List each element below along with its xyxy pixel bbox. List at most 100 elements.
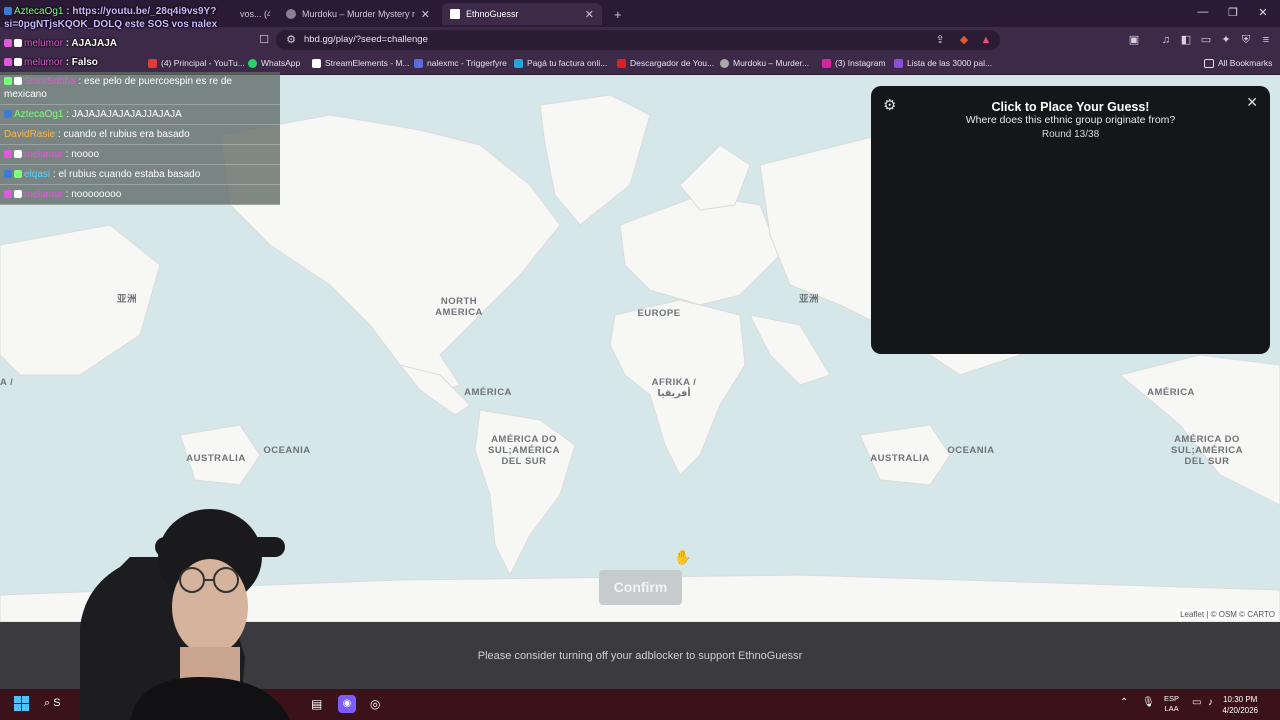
tab-search-icon[interactable]: ▣	[1128, 34, 1140, 46]
bookmark-triggerfyre[interactable]: nalexmc - Triggerfyre	[414, 58, 507, 68]
instagram-icon	[822, 58, 831, 68]
chat-username: AztecaOg1	[14, 6, 64, 17]
chat-text: : cuando el rubius era basado	[57, 129, 190, 140]
close-tab-icon[interactable]: ✕	[585, 8, 594, 21]
vpn-icon[interactable]: ⛨	[1240, 34, 1252, 46]
tab-ethnoguessr[interactable]: EthnoGuessr ✕	[442, 3, 602, 25]
chat-badge-icon	[4, 58, 12, 67]
confirm-button[interactable]: Confirm	[599, 570, 682, 605]
all-bookmarks-label: All Bookmarks	[1218, 58, 1273, 68]
bookmark-streamelements[interactable]: StreamElements - M...	[312, 58, 410, 68]
taskbar-search[interactable]: ⌕ S	[44, 697, 61, 710]
close-tab-icon[interactable]: ✕	[421, 8, 430, 21]
grab-cursor-icon: ✋	[674, 549, 692, 565]
label-america-right: AMÉRICA	[1147, 387, 1195, 398]
chat-message: DavidRasie : cuando el rubius era basado	[0, 125, 280, 145]
tab-favicon-icon	[286, 9, 296, 19]
chat-message: elqasi : el rubius cuando estaba basado	[0, 165, 280, 185]
label-oceania-left: OCEANIA	[263, 445, 311, 456]
label-oceania-right: OCEANIA	[947, 445, 995, 456]
label-africa: AFRIKA / أفريقيا	[651, 377, 697, 399]
label-australia-left: AUSTRALIA	[186, 453, 246, 464]
label-europe: EUROPE	[637, 308, 681, 319]
chat-username: AztecaOg1	[14, 109, 64, 120]
clock-time: 10:30 PM	[1223, 695, 1258, 704]
search-icon: ⌕	[44, 697, 54, 709]
lang-top: ESP	[1164, 694, 1180, 703]
bookmark-murdoku[interactable]: Murdoku – Murder...	[720, 58, 809, 68]
chat-text: : AJAJAJA	[65, 38, 117, 49]
display-icon[interactable]: ▭	[1192, 697, 1201, 708]
tab-label: EthnoGuessr	[466, 9, 519, 19]
bookmark-label: nalexmc - Triggerfyre	[427, 58, 507, 68]
restore-icon[interactable]: ❐	[1218, 6, 1248, 19]
chat-badge-icon	[4, 150, 12, 159]
round-counter: Round 13/38	[1041, 129, 1100, 140]
chat-badge-icon	[4, 39, 12, 48]
chat-badge-icon	[14, 190, 22, 199]
new-tab-button[interactable]: +	[606, 3, 626, 25]
chat-username: DavidRasie	[4, 129, 56, 140]
label-asia-left: 亚洲	[116, 294, 137, 305]
tab-murdoku[interactable]: Murdoku – Murder Mystery meets Su ✕	[278, 3, 438, 25]
bookmark-label: (3) Instagram	[835, 58, 886, 68]
triggerfyre-icon	[414, 58, 423, 68]
bookmark-label: Pagá tu factura onli...	[527, 58, 608, 68]
bookmark-label: Lista de las 3000 pal...	[907, 58, 993, 68]
minimize-icon[interactable]: —	[1188, 6, 1218, 18]
panel-question: Where does this ethnic group originate f…	[965, 114, 1176, 126]
site-info-icon[interactable]: ⚙	[285, 34, 297, 46]
volume-icon[interactable]: ♪	[1208, 697, 1213, 708]
chat-badge-icon	[14, 77, 22, 86]
microphone-icon[interactable]: 🎙	[1142, 697, 1155, 708]
brave-rewards-icon[interactable]: ▲	[980, 34, 992, 46]
leo-ai-icon[interactable]: ✦	[1220, 34, 1232, 46]
chat-username: melumor	[24, 149, 63, 160]
clock-date: 4/20/2026	[1222, 706, 1258, 715]
menu-icon[interactable]: ≡	[1260, 34, 1272, 46]
obs-icon[interactable]: ◎	[370, 697, 380, 711]
chat-badge-icon	[14, 170, 22, 179]
bookmark-label: Descargador de You...	[630, 58, 715, 68]
tray-chevron-icon[interactable]: ⌃	[1120, 697, 1128, 708]
media-icon[interactable]: ♫	[1160, 34, 1172, 46]
bookmark-instagram[interactable]: (3) Instagram	[822, 58, 886, 68]
bookmark-descargador[interactable]: Descargador de You...	[617, 58, 714, 68]
chat-message: SiantSabba : ese pelo de puercoespin es …	[0, 72, 280, 105]
discord-icon[interactable]: ◉	[338, 695, 356, 713]
chat-text: : Falso	[65, 57, 98, 68]
chat-badge-icon	[4, 77, 12, 86]
address-bar[interactable]: ⚙ hbd.gg/play/?seed=challenge ⇪ ◆ ▲	[276, 30, 1000, 50]
chat-message: AztecaOg1 : JAJAJAJAJAJAJJAJAJA	[0, 105, 280, 125]
chat-username: melumor	[24, 189, 63, 200]
chat-badge-icon	[4, 170, 12, 179]
system-clock[interactable]: 10:30 PM 4/20/2026	[1222, 694, 1258, 716]
language-indicator[interactable]: ESP LAA	[1164, 694, 1179, 714]
chat-badge-icon	[14, 58, 22, 67]
chat-text: : noooo	[65, 149, 100, 160]
chat-username: SiantSabba	[24, 76, 76, 87]
close-window-icon[interactable]: ✕	[1248, 6, 1278, 19]
bookmark-factura[interactable]: Pagá tu factura onli...	[514, 58, 607, 68]
chat-badge-icon	[14, 39, 22, 48]
bookmark-lista[interactable]: Lista de las 3000 pal...	[894, 58, 992, 68]
label-edge-fragment: A /	[0, 377, 14, 388]
bookmark-label: Murdoku – Murder...	[733, 58, 810, 68]
brave-shield-icon[interactable]: ◆	[958, 34, 970, 46]
all-bookmarks-button[interactable]: All Bookmarks	[1204, 58, 1272, 68]
windows-start-icon[interactable]	[14, 696, 29, 711]
url-text: hbd.gg/play/?seed=challenge	[304, 34, 428, 45]
label-australia-right: AUSTRALIA	[870, 453, 930, 464]
chat-message: melumor : noooo	[0, 145, 280, 165]
chat-badge-icon	[4, 7, 12, 16]
share-icon[interactable]: ⇪	[934, 34, 946, 46]
sidebar-icon[interactable]: ◧	[1180, 34, 1192, 46]
chat-text: : noooooooo	[65, 189, 122, 200]
chat-message: melumor : AJAJAJA	[0, 34, 280, 53]
tab-favicon-icon	[450, 9, 460, 19]
label-america-left: AMÉRICA	[464, 387, 512, 398]
guess-panel: ⚙ ✕ Click to Place Your Guess! Where doe…	[871, 86, 1270, 354]
wallet-icon[interactable]: ▭	[1200, 34, 1212, 46]
map-attribution[interactable]: Leaflet | © OSM © CARTO	[1177, 609, 1278, 620]
taskbar-app-icon[interactable]: ▤	[311, 697, 322, 711]
